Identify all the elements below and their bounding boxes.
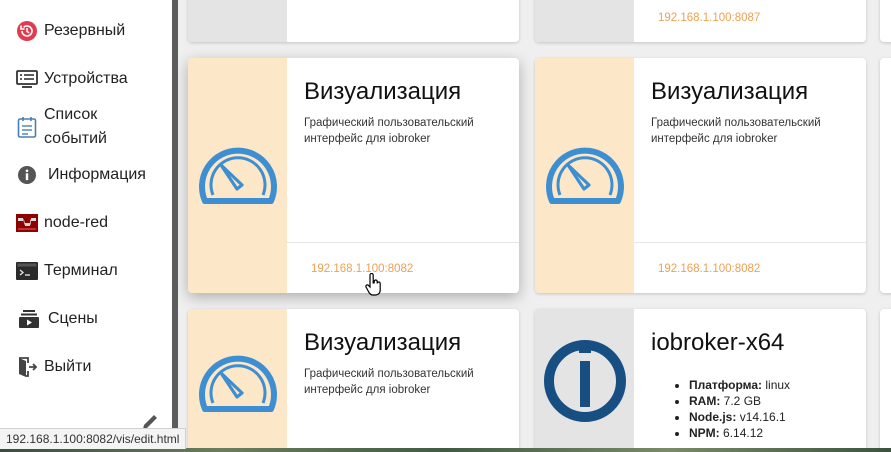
info-icon [15,163,39,187]
sidebar-item-scenes[interactable]: Сцены [0,307,172,331]
host-info-list: Платформа: linux RAM: 7.2 GB Node.js: v1… [675,377,790,441]
card-footer: 192.168.1.100:8082 [634,242,866,293]
card-description: Графический пользовательский интерфейс д… [304,368,474,396]
sidebar-item-label: Информация [48,166,146,183]
sidebar-item-devices[interactable]: Устройства [0,67,172,91]
app-card[interactable]: 192.168.1.100:8087 [535,0,866,42]
card-media [188,309,287,452]
logout-icon [15,355,39,379]
terminal-icon [15,259,39,283]
app-card-partial[interactable] [880,58,891,293]
host-info-ram: RAM: 7.2 GB [689,393,790,409]
app-card-partial[interactable] [880,309,891,452]
card-media [535,309,634,452]
sidebar-item-event-list[interactable]: Список событий [0,103,172,151]
app-card-vis[interactable]: Визуализация Графический пользовательски… [188,58,519,293]
sidebar-item-label: Сцены [48,310,98,327]
app-cards-grid: 192.168.1.100:8087 Визуализация Графичес… [178,0,891,452]
sidebar-item-logout[interactable]: Выйти [0,355,172,379]
host-card[interactable]: iobroker-x64 Платформа: linux RAM: 7.2 G… [535,309,866,452]
host-info-nodejs: Node.js: v14.16.1 [689,409,790,425]
status-bar-url: 192.168.1.100:8082/vis/edit.html [0,428,187,449]
card-title: Визуализация [304,329,462,356]
card-media [535,58,634,293]
sidebar-item-node-red[interactable]: node-red [0,211,172,235]
card-link[interactable]: 192.168.1.100:8082 [311,263,413,275]
sidebar-item-backup[interactable]: Резервный [0,19,172,43]
gauge-icon [197,141,279,210]
gauge-icon [197,349,279,418]
sidebar-item-terminal[interactable]: Терминал [0,259,172,283]
card-description: Графический пользовательский интерфейс д… [651,117,821,145]
app-card[interactable] [188,0,519,42]
host-info-platform: Платформа: linux [689,377,790,393]
card-title: iobroker-x64 [651,329,785,356]
node-red-icon [15,211,39,235]
iobroker-logo-icon [543,339,627,428]
scenes-icon [17,307,41,331]
gauge-icon [544,141,626,210]
card-media [188,0,287,42]
card-media [188,58,287,293]
sidebar-item-label: Терминал [44,262,118,279]
hand-cursor-icon [365,272,383,302]
card-footer: 192.168.1.100:8082 [287,242,519,293]
sidebar-item-label: node-red [44,214,109,231]
card-link[interactable]: 192.168.1.100:8087 [658,12,760,24]
event-list-icon [15,115,39,139]
sidebar-item-label: Резервный [44,22,126,39]
card-media [535,0,634,42]
card-title: Визуализация [651,78,809,105]
host-info-npm: NPM: 6.14.12 [689,425,790,441]
sidebar-item-label: Устройства [44,70,128,87]
devices-icon [15,67,39,91]
card-link[interactable]: 192.168.1.100:8082 [658,263,760,275]
card-title: Визуализация [304,78,462,105]
app-card-vis[interactable]: Визуализация Графический пользовательски… [535,58,866,293]
sidebar-item-info[interactable]: Информация [0,163,172,187]
app-card-partial[interactable] [880,0,891,42]
sidebar-item-label: Выйти [44,358,92,375]
backup-icon [15,19,39,43]
app-card-vis[interactable]: Визуализация Графический пользовательски… [188,309,519,452]
card-description: Графический пользовательский интерфейс д… [304,117,474,145]
sidebar-item-label: Список событий [44,106,107,147]
sidebar: Резервный Устройства Список событий Инфо… [0,0,172,452]
